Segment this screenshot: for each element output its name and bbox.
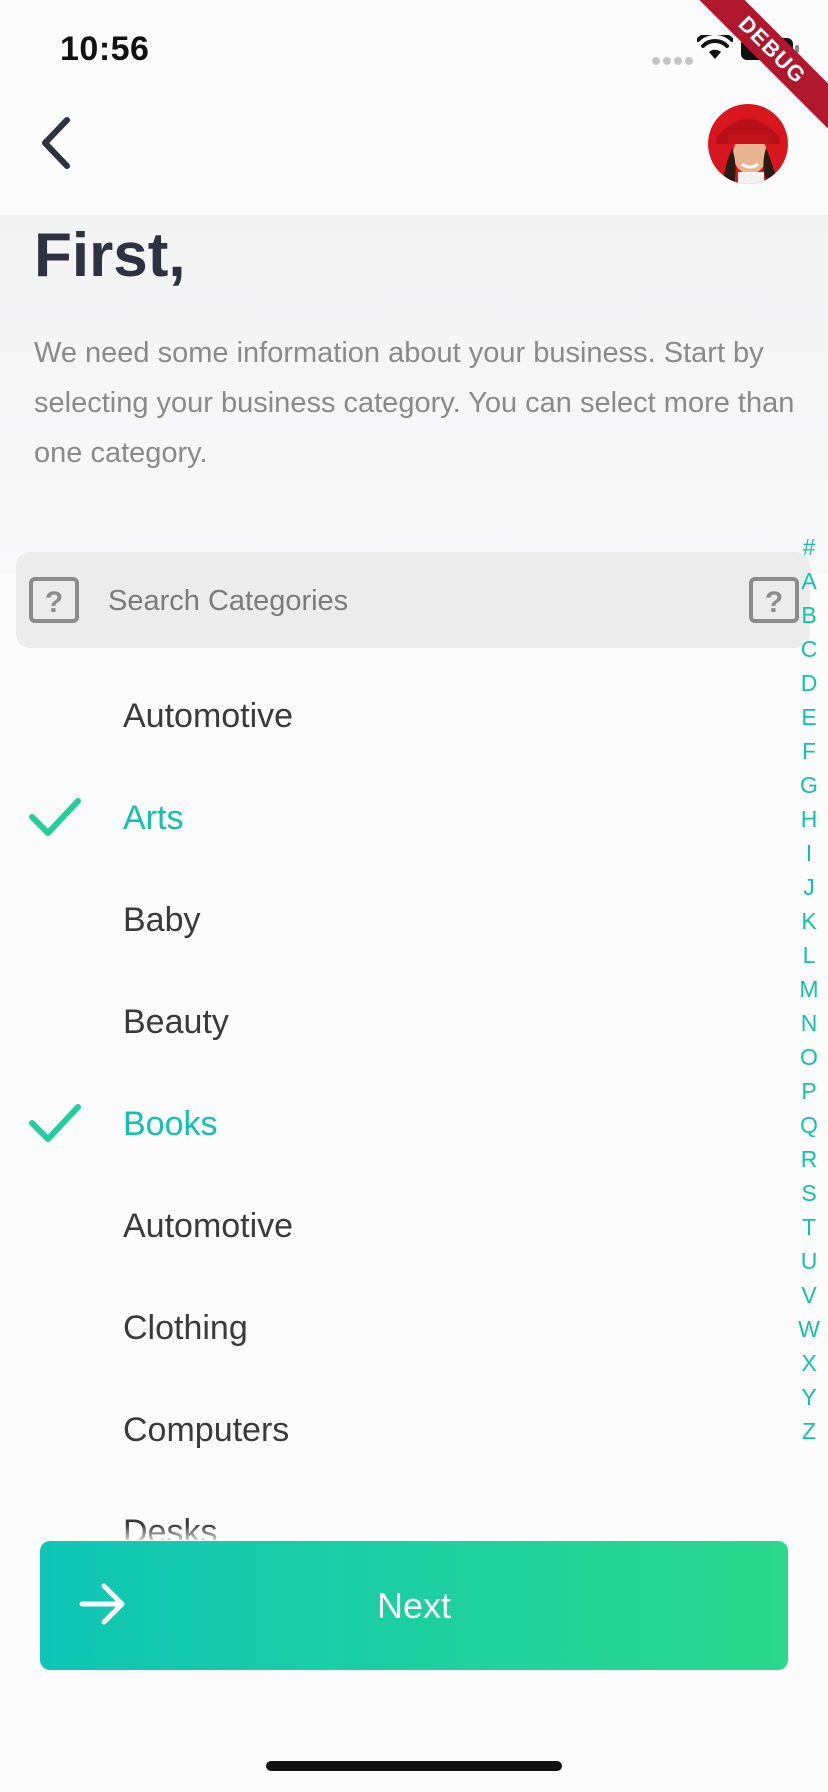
page-description: We need some information about your busi… [34, 337, 795, 469]
home-indicator [266, 1761, 562, 1771]
alpha-index-letter[interactable]: B [790, 598, 828, 632]
alpha-index-letter[interactable]: E [790, 700, 828, 734]
user-avatar[interactable] [708, 104, 788, 184]
alpha-index-letter[interactable]: L [790, 938, 828, 972]
category-item[interactable]: Arts [0, 767, 800, 869]
alpha-index-letter[interactable]: V [790, 1278, 828, 1312]
category-item[interactable]: Computers [0, 1379, 800, 1481]
category-item[interactable]: Baby [0, 869, 800, 971]
chevron-left-icon [42, 117, 70, 169]
cellular-signal-icon [652, 52, 696, 70]
question-box-icon[interactable]: ? [28, 576, 80, 624]
alpha-index-letter[interactable]: U [790, 1244, 828, 1278]
alpha-index-letter[interactable]: X [790, 1346, 828, 1380]
category-label: Automotive [123, 697, 294, 735]
alpha-index-letter[interactable]: P [790, 1074, 828, 1108]
category-label: Automotive [123, 1207, 294, 1245]
category-label: Books [123, 1105, 218, 1143]
svg-text:?: ? [765, 586, 783, 619]
search-box[interactable]: ? ? [16, 552, 810, 650]
alpha-index-letter[interactable]: F [790, 734, 828, 768]
category-label: Beauty [123, 1003, 229, 1041]
alpha-index-letter[interactable]: O [790, 1040, 828, 1074]
search-input[interactable] [106, 552, 750, 650]
alpha-index-letter[interactable]: S [790, 1176, 828, 1210]
category-item[interactable]: Beauty [0, 971, 800, 1073]
alpha-index-letter[interactable]: H [790, 802, 828, 836]
alpha-index-letter[interactable]: G [790, 768, 828, 802]
category-item[interactable]: Automotive [0, 1175, 800, 1277]
category-label: Arts [123, 799, 184, 837]
page-title: First, [34, 221, 186, 290]
svg-text:?: ? [45, 586, 63, 619]
category-item[interactable]: Automotive [0, 665, 800, 767]
next-button[interactable]: Next [40, 1541, 788, 1670]
status-time: 10:56 [60, 30, 150, 68]
next-button-label: Next [376, 1585, 452, 1626]
alpha-index-letter[interactable]: K [790, 904, 828, 938]
alpha-index-letter[interactable]: Y [790, 1380, 828, 1414]
alpha-index-letter[interactable]: T [790, 1210, 828, 1244]
alpha-index-letter[interactable]: C [790, 632, 828, 666]
category-label: Clothing [123, 1309, 248, 1347]
category-item[interactable]: Clothing [0, 1277, 800, 1379]
alpha-index-letter[interactable]: # [790, 530, 828, 564]
alpha-index-letter[interactable]: D [790, 666, 828, 700]
alpha-index-letter[interactable]: A [790, 564, 828, 598]
status-bar: 10:56 [0, 0, 828, 100]
alpha-index-letter[interactable]: Z [790, 1414, 828, 1448]
check-icon [29, 798, 81, 836]
alpha-index-letter[interactable]: N [790, 1006, 828, 1040]
category-label: Computers [123, 1411, 290, 1449]
avatar-image [708, 104, 788, 184]
alpha-index-letter[interactable]: Q [790, 1108, 828, 1142]
alpha-index-letter[interactable]: W [790, 1312, 828, 1346]
category-item[interactable]: Books [0, 1073, 800, 1175]
category-list: Automotive Arts Baby Beauty Books Automo… [0, 665, 800, 1583]
alpha-index-letter[interactable]: J [790, 870, 828, 904]
wifi-icon [697, 35, 733, 59]
alphabet-index[interactable]: # A B C D E F G H I J K L M N O P Q R S … [790, 530, 828, 1448]
alpha-index-letter[interactable]: I [790, 836, 828, 870]
alpha-index-letter[interactable]: R [790, 1142, 828, 1176]
category-label: Baby [123, 901, 201, 939]
back-button[interactable] [26, 108, 86, 178]
check-icon [29, 1104, 81, 1142]
alpha-index-letter[interactable]: M [790, 972, 828, 1006]
